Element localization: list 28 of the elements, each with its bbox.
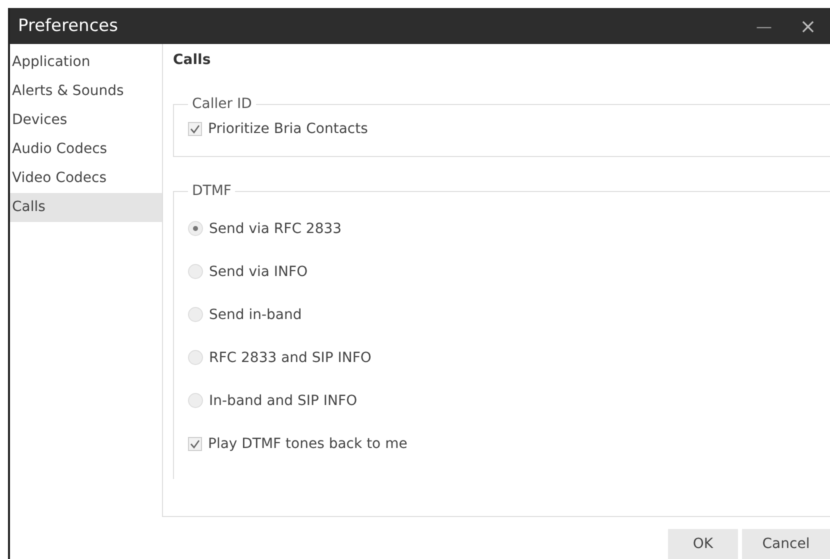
sidebar-item[interactable]: Application xyxy=(10,48,162,77)
group-title: DTMF xyxy=(191,183,232,199)
radio-button[interactable] xyxy=(188,264,203,279)
radio-button[interactable] xyxy=(188,307,203,322)
minimize-button[interactable]: — xyxy=(742,8,786,44)
radio-button[interactable] xyxy=(188,221,203,236)
option-label: In-band and SIP INFO xyxy=(209,392,358,408)
window-title: Preferences xyxy=(18,16,118,36)
sidebar-item[interactable]: Video Codecs xyxy=(10,164,162,193)
sidebar-item[interactable]: Alerts & Sounds xyxy=(10,77,162,106)
sidebar-item[interactable]: Calls xyxy=(10,193,162,222)
group-title: Caller ID xyxy=(191,96,253,112)
option-label: Send in-band xyxy=(209,306,302,322)
option-label: RFC 2833 and SIP INFO xyxy=(209,350,372,366)
sidebar-item[interactable]: Audio Codecs xyxy=(10,135,162,164)
sidebar-item[interactable]: Devices xyxy=(10,106,162,135)
dialog-button[interactable]: Cancel xyxy=(742,529,830,559)
option-label: Send via RFC 2833 xyxy=(209,220,342,236)
dialog-button[interactable]: OK xyxy=(668,529,738,559)
page-heading: Calls xyxy=(173,52,212,70)
checkbox[interactable] xyxy=(188,122,202,136)
option-label: Send via INFO xyxy=(209,264,308,280)
close-button[interactable]: × xyxy=(786,8,830,44)
radio-button[interactable] xyxy=(188,393,203,408)
checkbox[interactable] xyxy=(188,436,202,450)
option-label: Prioritize Bria Contacts xyxy=(208,121,368,137)
option-label: Play DTMF tones back to me xyxy=(208,436,408,452)
radio-button[interactable] xyxy=(188,350,203,365)
